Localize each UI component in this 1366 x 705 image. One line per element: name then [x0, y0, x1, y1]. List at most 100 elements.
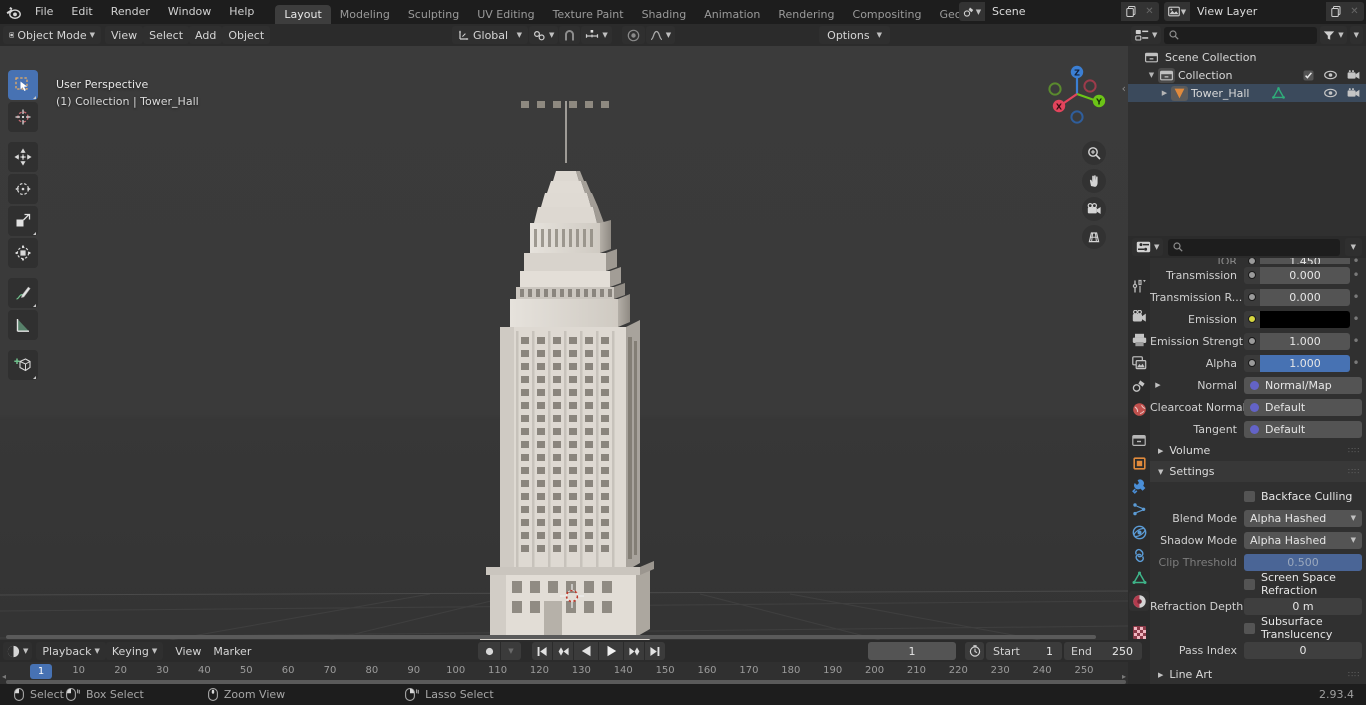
blender-logo-icon[interactable] — [0, 0, 26, 24]
interaction-mode-selector[interactable]: Object Mode ▼ — [3, 26, 101, 44]
property-field-tangent[interactable]: Default — [1244, 420, 1362, 438]
move-tool[interactable] — [8, 142, 38, 172]
chevron-right-icon[interactable]: ▶ — [1150, 381, 1166, 389]
subsurface-translucency-checkbox[interactable] — [1244, 622, 1255, 634]
view-layer-name[interactable]: View Layer — [1190, 2, 1326, 21]
property-field-alpha[interactable]: 1.000 — [1260, 354, 1350, 372]
scale-tool[interactable] — [8, 206, 38, 236]
timeline-editor-type-selector[interactable]: ▼ — [3, 642, 33, 660]
exclude-checkbox[interactable] — [1303, 70, 1314, 81]
settings-section-header[interactable]: ▼ Settings ∷∷ — [1150, 461, 1366, 482]
scene-name[interactable]: Scene — [985, 2, 1121, 21]
texture-tab[interactable] — [1129, 622, 1149, 642]
scene-new-button[interactable] — [1121, 2, 1140, 21]
timeline-view-menu[interactable]: View — [169, 642, 207, 660]
scroll-left-arrow-icon[interactable]: ◂ — [2, 672, 6, 681]
disable-in-render-camera-icon[interactable] — [1347, 88, 1360, 98]
viewport-menu-view[interactable]: View — [105, 26, 144, 44]
outliner-search-input[interactable] — [1164, 26, 1318, 44]
sidebar-collapse-arrow-icon[interactable]: ‹ — [1122, 82, 1126, 95]
pivot-point-button[interactable]: ▼ — [529, 26, 559, 44]
add-cube-tool[interactable] — [8, 350, 38, 380]
hide-in-viewport-eye-icon[interactable] — [1324, 70, 1337, 80]
shadow-mode-select[interactable]: Alpha Hashed ▼ — [1244, 531, 1362, 549]
node-socket-transmission[interactable] — [1244, 266, 1260, 284]
properties-panel-body[interactable]: IOR 1.450 • Transmission0.000•Transmissi… — [1150, 258, 1366, 684]
keying-menu[interactable]: Keying ▼ — [105, 642, 164, 660]
workspace-tab-compositing[interactable]: Compositing — [844, 5, 931, 24]
play-reverse-button[interactable] — [574, 642, 598, 660]
view-layer-tab[interactable] — [1129, 353, 1149, 373]
drag-grip-icon[interactable]: ∷∷ — [1348, 468, 1359, 476]
camera-view-button[interactable] — [1082, 197, 1106, 221]
outliner-item-scene-collection[interactable]: Scene Collection — [1128, 48, 1366, 66]
play-button[interactable] — [599, 642, 623, 660]
menu-edit[interactable]: Edit — [62, 2, 101, 22]
scroll-right-arrow-icon[interactable]: ▸ — [1122, 672, 1126, 681]
tower-hall-model[interactable] — [480, 101, 670, 640]
workspace-tab-modeling[interactable]: Modeling — [331, 5, 399, 24]
proportional-edit-button[interactable] — [621, 26, 645, 44]
record-options-dropdown[interactable]: ▼ — [501, 642, 521, 660]
scene-tab[interactable] — [1129, 376, 1149, 396]
properties-editor-type-selector[interactable]: ▼ — [1132, 238, 1164, 256]
jump-to-start-button[interactable] — [532, 642, 552, 660]
workspace-tab-shading[interactable]: Shading — [633, 5, 696, 24]
view-layer-selector[interactable]: ▼ View Layer ✕ — [1164, 2, 1364, 21]
viewport-menu-select[interactable]: Select — [143, 26, 190, 44]
pass-index-field[interactable]: 0 — [1244, 641, 1362, 659]
workspace-tab-animation[interactable]: Animation — [695, 5, 769, 24]
property-field-normal[interactable]: Normal/Map — [1244, 376, 1362, 394]
measure-tool[interactable] — [8, 310, 38, 340]
blend-mode-select[interactable]: Alpha Hashed ▼ — [1244, 509, 1362, 527]
object-data-tab[interactable] — [1129, 568, 1149, 588]
record-button[interactable] — [478, 642, 500, 660]
transform-orientation-selector[interactable]: Global ▼ — [452, 26, 528, 44]
constraints-tab[interactable] — [1129, 545, 1149, 565]
annotate-tool[interactable] — [8, 278, 38, 308]
jump-to-prev-keyframe-button[interactable] — [553, 642, 573, 660]
outliner-display-mode-selector[interactable]: ▼ — [1131, 26, 1162, 44]
playhead[interactable]: 1 — [30, 664, 52, 679]
disable-in-render-camera-icon[interactable] — [1347, 70, 1360, 80]
property-field-transmission[interactable]: 0.000 — [1260, 266, 1350, 284]
outliner-filter-button[interactable]: ▼ — [1320, 26, 1347, 44]
output-tab[interactable] — [1129, 330, 1149, 350]
properties-search-input[interactable] — [1168, 238, 1340, 256]
snap-target-selector[interactable]: ▼ — [581, 26, 612, 44]
chevron-right-icon[interactable]: ▶ — [1158, 89, 1171, 97]
refraction-depth-field[interactable]: 0 m — [1244, 597, 1362, 615]
collection-tab[interactable] — [1129, 430, 1149, 450]
playback-menu[interactable]: Playback ▼ — [36, 642, 106, 660]
animate-property-dot[interactable]: • — [1350, 269, 1362, 281]
perspective-ortho-toggle-button[interactable] — [1082, 225, 1106, 249]
render-tab[interactable] — [1129, 307, 1149, 327]
world-tab[interactable] — [1129, 399, 1149, 419]
mesh-data-icon[interactable] — [1271, 87, 1285, 99]
drag-grip-icon[interactable]: ∷∷ — [1348, 447, 1359, 455]
menu-help[interactable]: Help — [220, 2, 263, 22]
node-socket-alpha[interactable] — [1244, 354, 1260, 372]
scene-icon[interactable]: ▼ — [959, 2, 985, 21]
timeline-marker-menu[interactable]: Marker — [207, 642, 257, 660]
animate-property-dot[interactable]: • — [1350, 357, 1362, 369]
node-socket-transmission-r[interactable] — [1244, 288, 1260, 306]
tweak-select-tool[interactable] — [8, 70, 38, 100]
drag-grip-icon[interactable]: ∷∷ — [1348, 671, 1359, 679]
navigation-gizmo[interactable]: Z Y X — [1044, 61, 1110, 127]
property-field-transmission-r[interactable]: 0.000 — [1260, 288, 1350, 306]
jump-to-end-button[interactable] — [645, 642, 665, 660]
proportional-falloff-selector[interactable]: ▼ — [645, 26, 676, 44]
pan-button[interactable] — [1082, 169, 1106, 193]
material-tab[interactable] — [1129, 591, 1149, 611]
transform-tool[interactable] — [8, 238, 38, 268]
outliner-item-tower_hall[interactable]: ▶ Tower_Hall — [1128, 84, 1366, 102]
cursor-tool[interactable] — [8, 102, 38, 132]
workspace-tab-texture-paint[interactable]: Texture Paint — [544, 5, 633, 24]
animate-property-dot[interactable]: • — [1350, 313, 1362, 325]
animate-property-dot[interactable]: • — [1350, 335, 1362, 347]
property-field-clearcoat-normal[interactable]: Default — [1244, 398, 1362, 416]
scene-unlink-button[interactable]: ✕ — [1140, 2, 1159, 21]
viewport-menu-add[interactable]: Add — [189, 26, 223, 44]
line-art-section-header[interactable]: ▶ Line Art ∷∷ — [1150, 664, 1366, 684]
